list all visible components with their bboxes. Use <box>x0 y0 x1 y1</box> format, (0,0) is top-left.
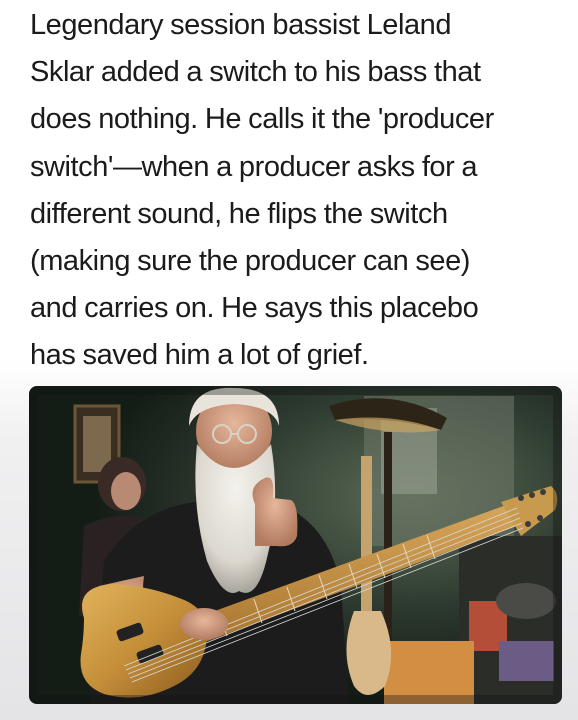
basket <box>496 583 556 619</box>
meme-post: Legendary session bassist Leland Sklar a… <box>0 0 578 720</box>
caption-line: and carries on. He says this placebo <box>30 292 479 325</box>
caption-line: (making sure the producer can see) <box>30 245 470 278</box>
second-guitar-body <box>346 611 392 695</box>
caption-line: Sklar added a switch to his bass that <box>30 56 481 89</box>
fretting-hand <box>180 608 228 640</box>
photo[interactable] <box>29 386 562 704</box>
post-caption: Legendary session bassist Leland Sklar a… <box>30 2 570 380</box>
second-guitar-neck <box>361 456 372 616</box>
caption-line: has saved him a lot of grief. <box>30 339 369 372</box>
background-person-face <box>111 472 141 510</box>
caption-line: switch'—when a producer asks for a <box>30 150 478 183</box>
caption-line: does nothing. He calls it the 'producer <box>30 103 494 136</box>
caption-line: Legendary session bassist Leland <box>30 9 451 41</box>
caption-line: different sound, he flips the switch <box>30 197 448 230</box>
photo-illustration <box>29 386 562 704</box>
box-orange <box>384 641 474 704</box>
box-purple <box>499 641 554 681</box>
